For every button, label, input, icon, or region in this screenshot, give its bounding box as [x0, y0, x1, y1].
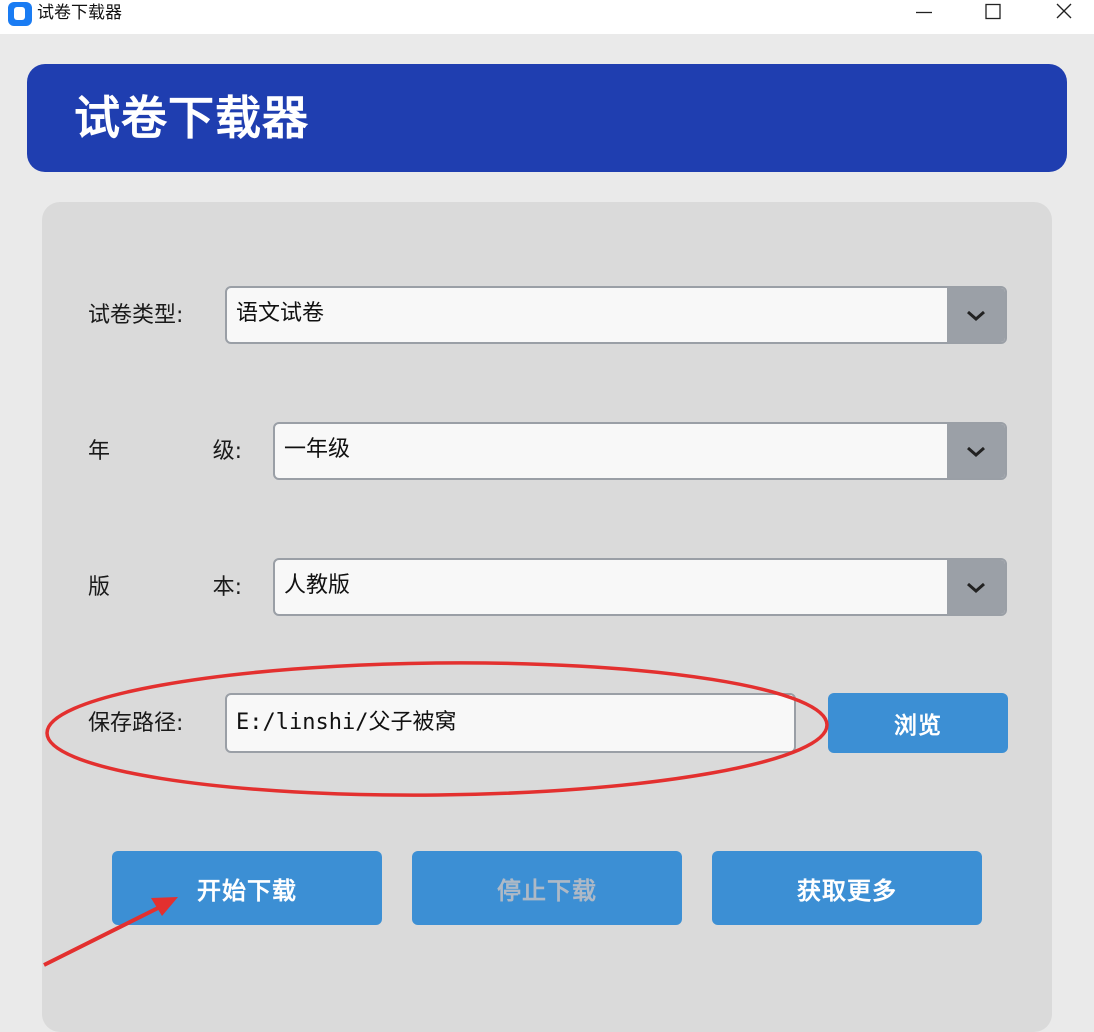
minimize-icon — [916, 11, 932, 14]
chevron-down-icon — [967, 582, 985, 593]
grade-label-left: 年 — [88, 439, 111, 464]
minimize-button[interactable] — [896, 0, 952, 30]
stop-download-button[interactable]: 停止下载 — [412, 851, 682, 925]
edition-label-right: 本: — [212, 575, 242, 600]
window-title: 试卷下载器 — [37, 3, 122, 23]
grade-value: 一年级 — [284, 437, 351, 462]
edition-dropdown-button[interactable] — [947, 560, 1005, 614]
edition-value: 人教版 — [284, 573, 351, 598]
chevron-down-icon — [967, 446, 985, 457]
edition-select[interactable]: 人教版 — [273, 558, 1007, 616]
window-titlebar: 试卷下载器 — [0, 0, 1094, 34]
chevron-down-icon — [967, 310, 985, 321]
maximize-icon — [985, 3, 1001, 20]
paper-type-dropdown-button[interactable] — [947, 288, 1005, 342]
get-more-button[interactable]: 获取更多 — [712, 851, 982, 925]
edition-label-left: 版 — [88, 575, 111, 600]
close-icon — [1056, 3, 1072, 19]
grade-label-right: 级: — [212, 439, 242, 464]
close-button[interactable] — [1036, 0, 1092, 30]
start-download-button[interactable]: 开始下载 — [112, 851, 382, 925]
paper-type-value: 语文试卷 — [236, 301, 325, 326]
grade-select[interactable]: 一年级 — [273, 422, 1007, 480]
paper-type-label: 试卷类型: — [88, 303, 184, 328]
save-path-value: E:/linshi/父子被窝 — [236, 710, 457, 735]
grade-dropdown-button[interactable] — [947, 424, 1005, 478]
save-path-input[interactable]: E:/linshi/父子被窝 — [225, 693, 796, 753]
edition-label: 版 本: — [88, 574, 242, 602]
maximize-button[interactable] — [965, 0, 1021, 30]
header-banner: 试卷下载器 — [27, 64, 1067, 172]
save-path-label: 保存路径: — [88, 711, 184, 736]
grade-label: 年 级: — [88, 438, 242, 466]
app-icon — [8, 2, 32, 26]
paper-type-select[interactable]: 语文试卷 — [225, 286, 1007, 344]
browse-button[interactable]: 浏览 — [828, 693, 1008, 753]
page-title: 试卷下载器 — [74, 91, 309, 145]
